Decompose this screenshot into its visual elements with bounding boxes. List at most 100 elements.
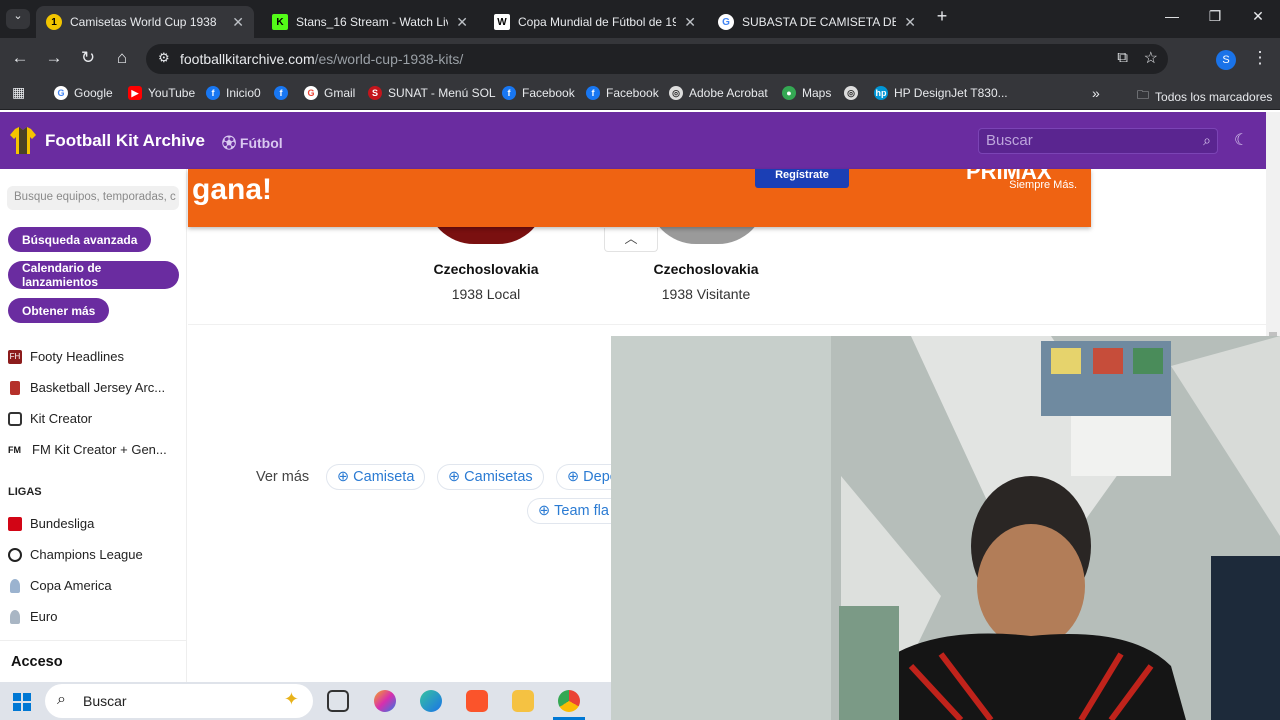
site-title[interactable]: Football Kit Archive xyxy=(45,131,205,151)
install-app-icon[interactable]: ⧉ xyxy=(1117,49,1128,66)
menu-icon[interactable]: ⋮ xyxy=(1248,48,1272,68)
bookmark-youtube[interactable]: ▶ YouTube xyxy=(128,86,195,100)
basketball-jersey-icon xyxy=(10,380,20,395)
start-tile xyxy=(23,703,31,711)
sidebar-link-footy-headlines[interactable]: FH Footy Headlines xyxy=(8,349,124,364)
file-explorer-icon[interactable] xyxy=(512,690,534,712)
sidebar-link-label: Euro xyxy=(30,609,58,624)
browser-tab-strip: ⌄ 1 Camisetas World Cup 1938 ✕ K Stans_1… xyxy=(0,0,1280,38)
tag-label: Camiseta xyxy=(353,469,415,485)
url-path: /es/world-cup-1938-kits/ xyxy=(314,51,464,67)
bookmark-globe[interactable]: ◎ xyxy=(844,86,864,100)
start-tile xyxy=(23,693,31,701)
edge-icon[interactable] xyxy=(420,690,442,712)
bookmark-star-icon[interactable]: ☆ xyxy=(1144,48,1158,68)
new-tab-button[interactable]: + xyxy=(922,6,962,27)
close-tab-icon[interactable]: ✕ xyxy=(232,14,244,31)
site-search-input[interactable]: Buscar ⌕ xyxy=(978,128,1218,154)
sidebar-link-label: Bundesliga xyxy=(30,516,95,531)
bookmark-sunat[interactable]: S SUNAT - Menú SOL xyxy=(368,86,496,100)
tag-deportes[interactable]: ⊕ Depo xyxy=(556,464,616,490)
sidebar-league-copa-america[interactable]: Copa America xyxy=(8,578,112,593)
kit-card-home[interactable]: Czechoslovakia 1938 Local xyxy=(401,261,571,302)
start-tile xyxy=(13,703,21,711)
tag-team-flag[interactable]: ⊕ Team fla xyxy=(527,498,617,524)
all-bookmarks-folder[interactable]: 🗀 Todos los marcadores xyxy=(1137,86,1272,107)
reload-icon[interactable]: ↻ xyxy=(76,48,100,68)
bookmark-maps[interactable]: ● Maps xyxy=(782,86,831,100)
copilot-icon[interactable] xyxy=(374,690,396,712)
tab-stream[interactable]: K Stans_16 Stream - Watch Live o ✕ xyxy=(262,6,478,38)
bookmark-facebook-1[interactable]: f Facebook xyxy=(502,86,575,100)
shirt-icon xyxy=(8,411,22,426)
url-input[interactable]: ⚙ footballkitarchive.com/es/world-cup-19… xyxy=(146,44,1168,74)
bookmark-hp[interactable]: hp HP DesignJet T830... xyxy=(874,86,1008,100)
advanced-search-button[interactable]: Búsqueda avanzada xyxy=(8,227,152,252)
kit-logo-icon[interactable] xyxy=(10,127,36,154)
close-window-button[interactable]: ✕ xyxy=(1238,8,1278,25)
tab-search-button[interactable]: ⌄ xyxy=(6,9,30,29)
forward-icon[interactable]: → xyxy=(42,48,66,68)
site-info-icon[interactable]: ⚙ xyxy=(158,50,170,66)
active-app-indicator xyxy=(553,682,585,720)
home-icon[interactable]: ⌂ xyxy=(110,48,134,68)
bookmark-facebook-2[interactable]: f Facebook xyxy=(586,86,659,100)
back-icon[interactable]: ← xyxy=(8,48,32,68)
bookmark-google[interactable]: G Google xyxy=(54,86,113,100)
search-icon[interactable]: ⌕ xyxy=(1203,132,1211,149)
ad-banner[interactable]: gana! Regístrate PRIMAX Siempre Más. xyxy=(188,169,1091,227)
facebook-icon: f xyxy=(586,86,600,100)
taskbar-search-input[interactable]: ⌕ Buscar ✦ xyxy=(45,684,313,718)
section-divider xyxy=(188,324,1266,325)
tab-title: SUBASTA DE CAMISETA DE HU xyxy=(742,15,897,29)
minimize-button[interactable]: — xyxy=(1152,8,1192,24)
kit-card-away[interactable]: Czechoslovakia 1938 Visitante xyxy=(621,261,791,302)
bookmark-label: Google xyxy=(74,86,113,100)
google-icon: G xyxy=(718,14,734,30)
tab-camisetas[interactable]: 1 Camisetas World Cup 1938 ✕ xyxy=(36,6,254,38)
brave-icon[interactable] xyxy=(466,690,488,712)
bookmark-acrobat[interactable]: ◎ Adobe Acrobat xyxy=(669,86,768,100)
bookmark-inicio[interactable]: f Inicio0 xyxy=(206,86,261,100)
sidebar-link-fm-kit[interactable]: FM FM Kit Creator + Gen... xyxy=(8,442,167,457)
ad-register-button[interactable]: Regístrate xyxy=(755,169,849,188)
tab-subasta[interactable]: G SUBASTA DE CAMISETA DE HU ✕ xyxy=(708,6,926,38)
sidebar-search-input[interactable]: Busque equipos, temporadas, c xyxy=(7,186,179,210)
sidebar-link-basketball[interactable]: Basketball Jersey Arc... xyxy=(8,380,165,395)
bookmark-label: SUNAT - Menú SOL xyxy=(388,86,496,100)
soccer-ball-icon: ⚽︎ xyxy=(222,135,240,151)
maximize-button[interactable]: ❐ xyxy=(1195,8,1235,25)
sport-selector[interactable]: ⚽︎ Fútbol xyxy=(222,133,283,153)
tag-label: Team fla xyxy=(554,503,609,519)
close-tab-icon[interactable]: ✕ xyxy=(456,14,468,31)
globe-icon: ◎ xyxy=(844,86,858,100)
bookmark-gmail[interactable]: G Gmail xyxy=(304,86,355,100)
get-more-button[interactable]: Obtener más xyxy=(8,298,110,323)
more-bookmarks-icon[interactable]: » xyxy=(1092,85,1100,101)
windows-start-icon[interactable] xyxy=(13,693,31,711)
ad-brand: PRIMAX xyxy=(966,169,1052,179)
kit-label: 1938 Visitante xyxy=(661,286,751,302)
task-view-icon[interactable] xyxy=(327,690,349,712)
tag-camisetas[interactable]: ⊕ Camisetas xyxy=(437,464,544,490)
close-tab-icon[interactable]: ✕ xyxy=(904,14,916,31)
ad-slogan: Siempre Más. xyxy=(1009,179,1077,191)
sidebar-link-kit-creator[interactable]: Kit Creator xyxy=(8,411,92,426)
profile-avatar[interactable]: S xyxy=(1216,50,1236,70)
tab-wikipedia[interactable]: W Copa Mundial de Fútbol de 193 ✕ xyxy=(484,6,706,38)
bookmarks-bar: ▦ G Google ▶ YouTube f Inicio0 f G Gmail S SU… xyxy=(0,80,1280,110)
bookmark-facebook-icon-only[interactable]: f xyxy=(274,86,294,100)
release-calendar-button[interactable]: Calendario de lanzamientos xyxy=(8,261,179,289)
apps-icon[interactable]: ▦ xyxy=(12,84,25,101)
collapse-ad-button[interactable]: ︿ xyxy=(604,228,658,252)
start-tile xyxy=(13,693,21,701)
sidebar-league-bundesliga[interactable]: Bundesliga xyxy=(8,516,94,531)
dark-mode-icon[interactable]: ☾ xyxy=(1234,130,1248,150)
windows-taskbar: ⌕ Buscar ✦ xyxy=(0,682,611,720)
sidebar-divider xyxy=(0,640,187,641)
sidebar-league-champions[interactable]: Champions League xyxy=(8,547,143,562)
close-tab-icon[interactable]: ✕ xyxy=(684,14,696,31)
footy-headlines-icon: FH xyxy=(8,349,22,364)
tag-camiseta[interactable]: ⊕ Camiseta xyxy=(326,464,426,490)
sidebar-league-euro[interactable]: Euro xyxy=(8,609,57,624)
